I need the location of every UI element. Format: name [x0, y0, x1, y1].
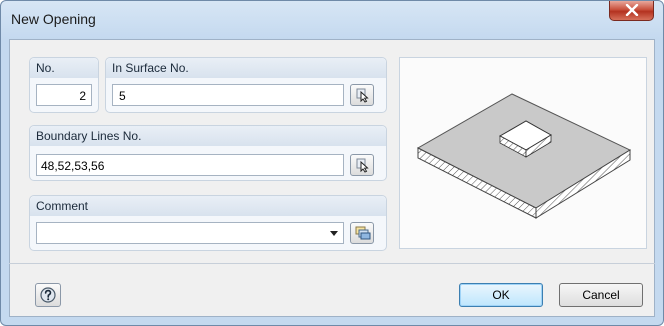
boundary-lines-value: 48,52,53,56 — [41, 159, 105, 173]
comment-library-icon — [355, 226, 371, 240]
title-bar[interactable]: New Opening — [1, 1, 663, 39]
boundary-lines-input[interactable]: 48,52,53,56 — [36, 154, 344, 176]
pick-cursor-icon — [356, 158, 369, 173]
comment-library-button[interactable] — [350, 222, 374, 244]
dialog-window: New Opening No. 2 In Surface No. 5 Bound… — [0, 0, 664, 326]
pick-surface-button[interactable] — [350, 84, 374, 106]
help-icon — [40, 287, 56, 303]
group-boundary-lines: Boundary Lines No. 48,52,53,56 — [29, 125, 387, 181]
group-no: No. 2 — [29, 57, 99, 113]
group-no-header: No. — [30, 58, 98, 78]
dialog-title: New Opening — [11, 11, 96, 27]
no-value: 2 — [79, 89, 86, 103]
group-in-surface-header: In Surface No. — [106, 58, 386, 78]
in-surface-input[interactable]: 5 — [112, 84, 344, 106]
preview-panel — [399, 57, 647, 249]
help-button[interactable] — [35, 283, 61, 307]
no-label: No. — [36, 61, 55, 75]
footer-separator — [9, 263, 655, 264]
comment-combobox[interactable] — [36, 222, 344, 244]
group-comment-header: Comment — [30, 196, 386, 216]
group-comment: Comment — [29, 195, 387, 251]
opening-in-surface-illustration — [416, 93, 632, 219]
pick-lines-button[interactable] — [350, 154, 374, 176]
pick-cursor-icon — [356, 88, 369, 103]
group-boundary-header: Boundary Lines No. — [30, 126, 386, 146]
comment-label: Comment — [36, 199, 89, 213]
close-button[interactable] — [609, 1, 654, 21]
ok-button[interactable]: OK — [459, 283, 543, 307]
in-surface-label: In Surface No. — [112, 61, 189, 75]
chevron-down-icon[interactable] — [329, 227, 339, 239]
boundary-label: Boundary Lines No. — [36, 129, 142, 143]
in-surface-value: 5 — [119, 89, 126, 103]
no-input[interactable]: 2 — [36, 84, 92, 106]
group-in-surface: In Surface No. 5 — [105, 57, 387, 113]
close-icon — [625, 4, 639, 16]
cancel-button[interactable]: Cancel — [559, 283, 643, 307]
